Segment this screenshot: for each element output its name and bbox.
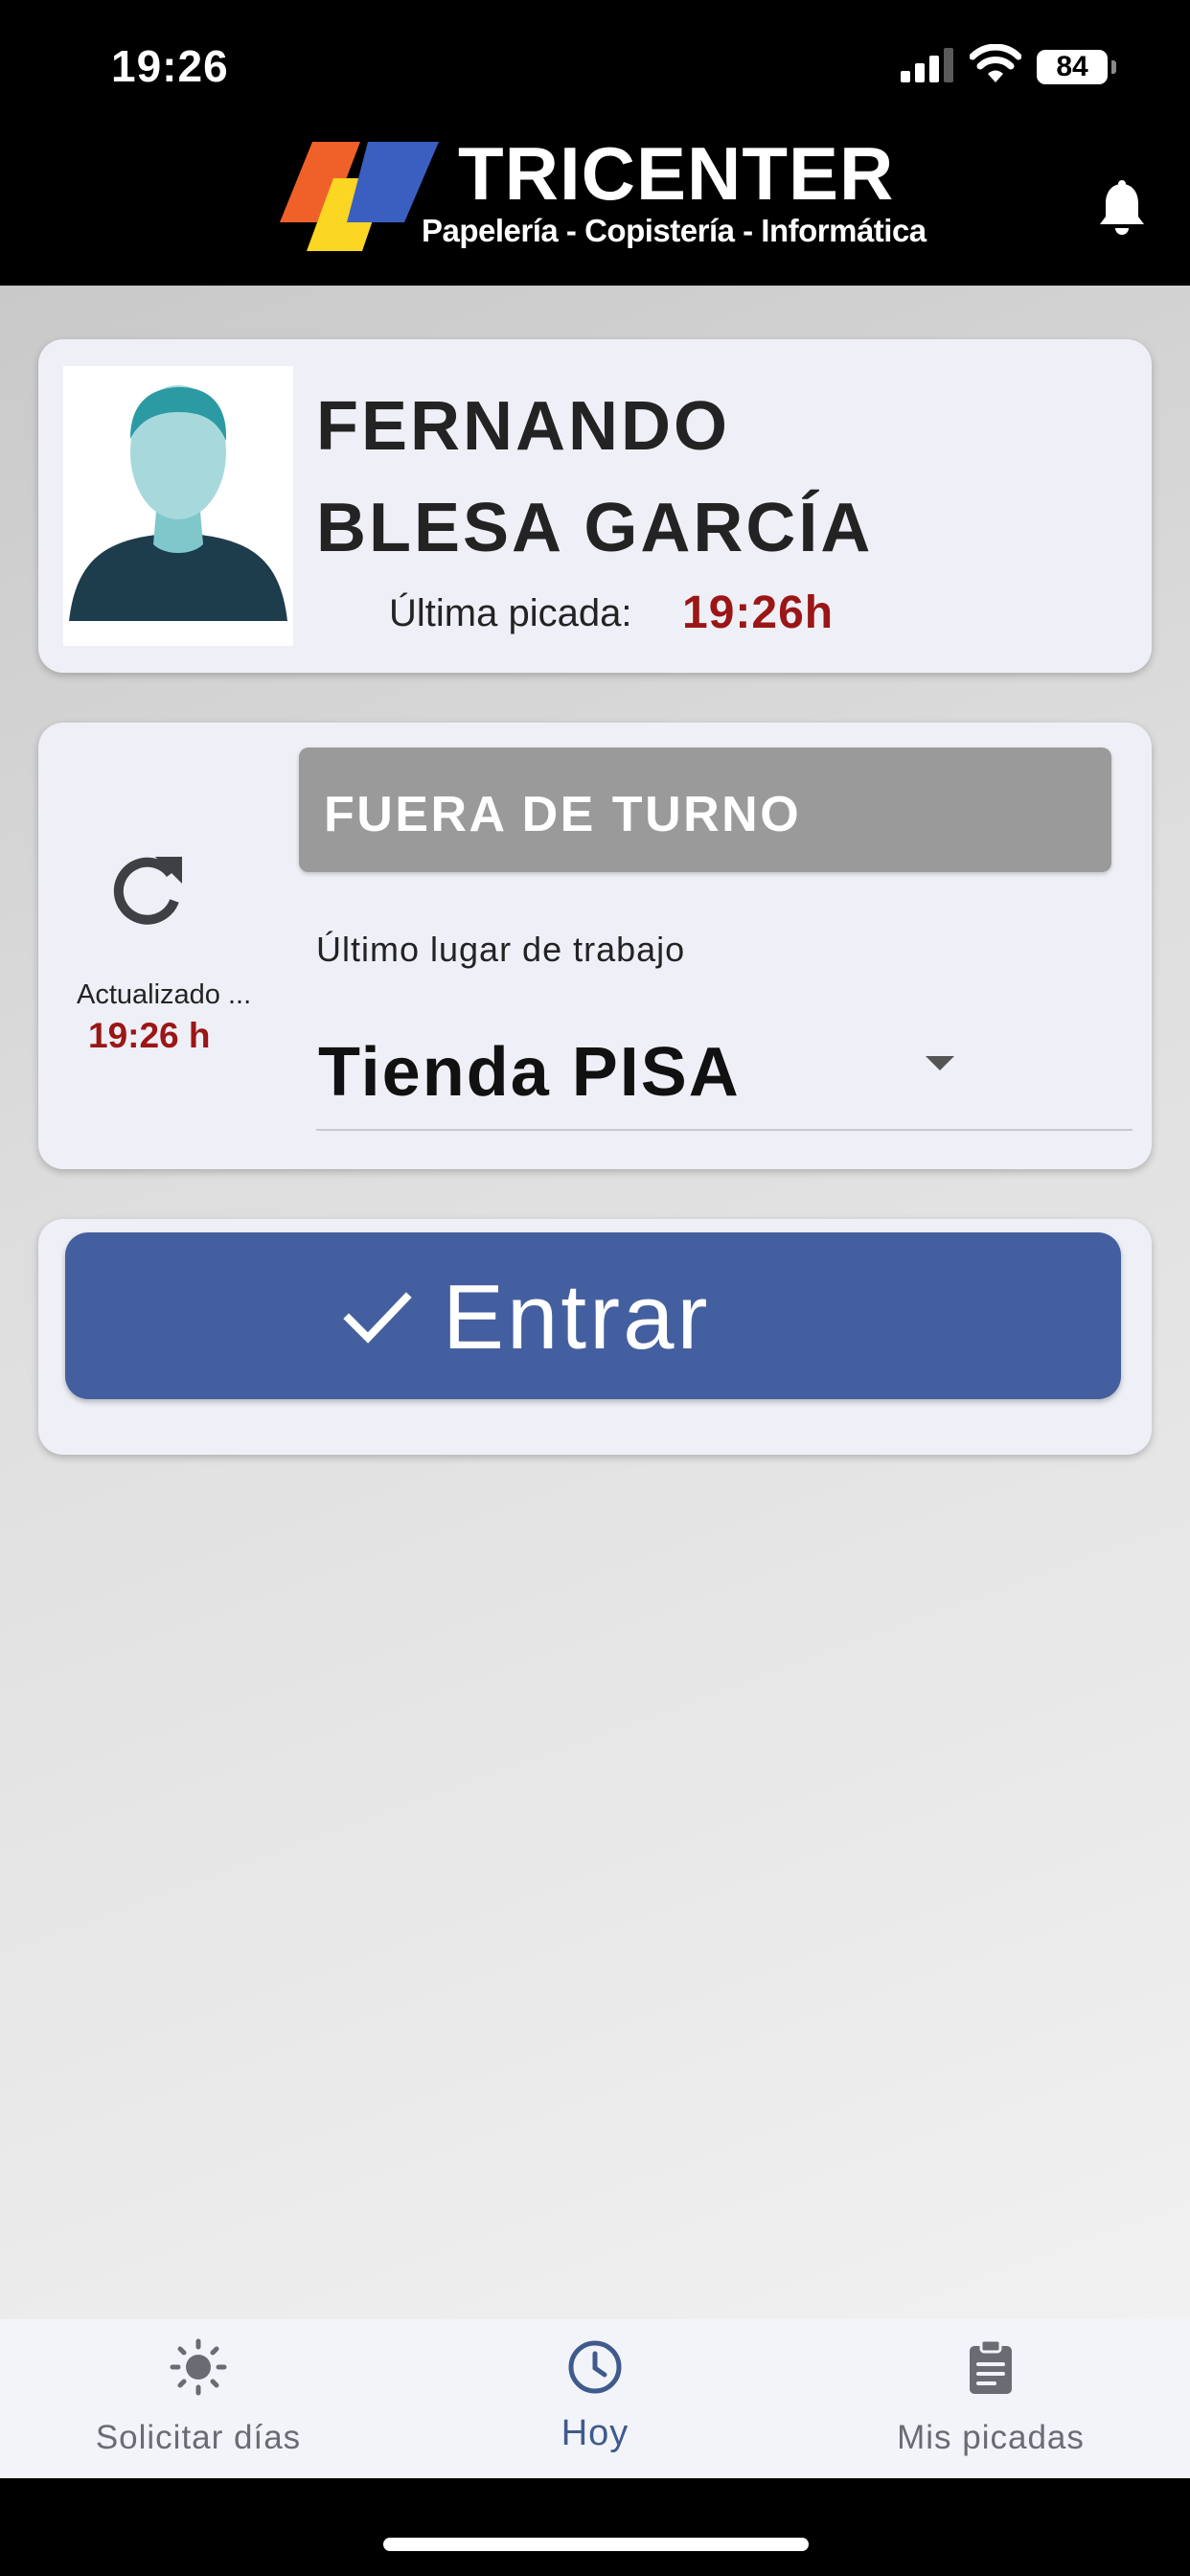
nav-item-solicitar-dias[interactable]: Solicitar días	[7, 2319, 390, 2478]
brand-tagline: Papelería - Copistería - Informática	[422, 213, 927, 248]
profile-card: FERNANDO BLESA GARCÍA Última picada: 19:…	[38, 339, 1152, 673]
main-content: FERNANDO BLESA GARCÍA Última picada: 19:…	[0, 286, 1190, 2319]
workplace-select[interactable]: Tienda PISA	[316, 1025, 1133, 1131]
home-indicator[interactable]	[383, 2538, 809, 2551]
nav-label-hoy: Hoy	[561, 2413, 629, 2453]
nav-item-mis-picadas[interactable]: Mis picadas	[799, 2319, 1182, 2478]
clock-icon	[568, 2340, 622, 2394]
checkmark-icon	[343, 1292, 412, 1344]
refresh-icon[interactable]	[103, 847, 190, 933]
cellular-signal-icon	[901, 48, 953, 82]
action-card: Entrar	[38, 1219, 1152, 1455]
top-bar: 19:26 84 TRICENTER Papelería - Copisterí…	[0, 0, 1190, 286]
nav-label-mis-picadas: Mis picadas	[897, 2419, 1085, 2456]
wifi-icon	[970, 44, 1021, 82]
enter-button-label: Entrar	[443, 1266, 711, 1368]
clipboard-icon	[970, 2338, 1012, 2394]
status-time: 19:26	[111, 41, 229, 91]
updated-label: Actualizado ...	[77, 979, 252, 1010]
nav-label-solicitar-dias: Solicitar días	[95, 2419, 302, 2456]
avatar	[63, 366, 293, 646]
battery-nub	[1111, 60, 1116, 74]
last-punch-time: 19:26h	[682, 587, 835, 638]
status-card: Actualizado ... 19:26 h FUERA DE TURNO Ú…	[38, 723, 1152, 1169]
bottom-navigation: Solicitar días Hoy Mis picadas	[0, 2319, 1190, 2478]
updated-time: 19:26 h	[88, 1016, 211, 1055]
last-punch-label: Última picada:	[389, 592, 632, 634]
home-indicator-area	[0, 2478, 1190, 2576]
workplace-value: Tienda PISA	[318, 1034, 741, 1111]
shift-status-badge: FUERA DE TURNO	[299, 748, 1111, 872]
workplace-label: Último lugar de trabajo	[316, 930, 686, 969]
shift-status-label: FUERA DE TURNO	[324, 787, 802, 842]
tricenter-logo-icon	[280, 142, 439, 251]
employee-first-name: FERNANDO	[316, 388, 730, 465]
battery-level: 84	[1056, 51, 1088, 82]
sun-icon	[170, 2338, 227, 2396]
enter-button[interactable]: Entrar	[65, 1232, 1121, 1399]
notification-bell-icon[interactable]	[1097, 180, 1147, 238]
employee-last-name: BLESA GARCÍA	[316, 490, 874, 566]
brand-name: TRICENTER	[458, 131, 895, 216]
battery-indicator: 84	[1037, 50, 1108, 84]
user-avatar-icon	[69, 385, 287, 621]
nav-item-hoy[interactable]: Hoy	[403, 2319, 787, 2478]
dropdown-caret-icon	[926, 1056, 954, 1070]
